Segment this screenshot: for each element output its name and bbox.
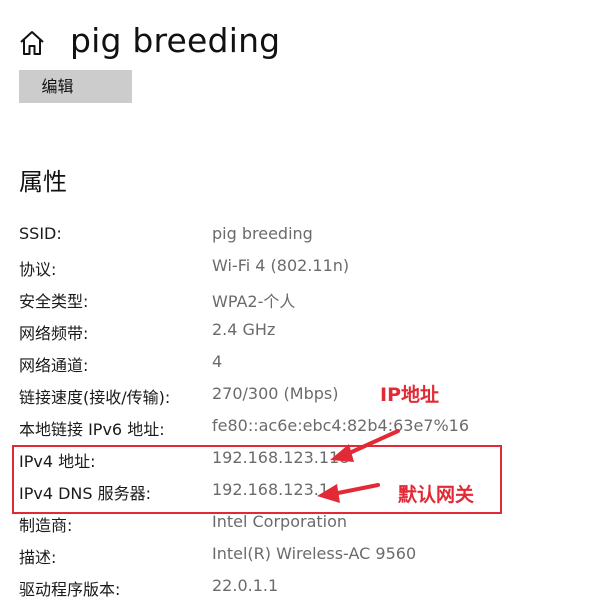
property-key: 网络频带: — [19, 324, 89, 343]
property-key: 网络通道: — [19, 356, 89, 375]
property-key: 链接速度(接收/传输): — [19, 388, 171, 407]
property-value: WPA2-个人 — [212, 292, 296, 311]
annotation-gateway-label: 默认网关 — [398, 484, 475, 506]
property-value: 192.168.123.118 — [212, 448, 350, 467]
property-value: 192.168.123.1 — [212, 480, 330, 499]
property-value: 2.4 GHz — [212, 320, 276, 339]
property-value: pig breeding — [212, 224, 313, 243]
property-row-ipv4: IPv4 地址: 192.168.123.118 — [19, 444, 579, 476]
property-row: 链接速度(接收/传输): 270/300 (Mbps) — [19, 380, 579, 412]
property-row-dns: IPv4 DNS 服务器: 192.168.123.1 — [19, 476, 579, 508]
property-row: 安全类型: WPA2-个人 — [19, 284, 579, 316]
property-value: Intel(R) Wireless-AC 9560 — [212, 544, 417, 563]
property-key: 协议: — [19, 260, 57, 279]
property-key: 描述: — [19, 548, 57, 567]
property-row: 网络通道: 4 — [19, 348, 579, 380]
property-row: 网络频带: 2.4 GHz — [19, 316, 579, 348]
property-value: 270/300 (Mbps) — [212, 384, 339, 403]
property-key: SSID: — [19, 224, 62, 243]
section-title: 属性 — [19, 168, 67, 196]
property-key: 制造商: — [19, 516, 73, 535]
property-row: 协议: Wi-Fi 4 (802.11n) — [19, 252, 579, 284]
property-key: 本地链接 IPv6 地址: — [19, 420, 165, 439]
property-row: 描述: Intel(R) Wireless-AC 9560 — [19, 540, 579, 572]
property-key: 安全类型: — [19, 292, 89, 311]
property-key: IPv4 DNS 服务器: — [19, 484, 152, 503]
property-value: 22.0.1.1 — [212, 576, 279, 595]
annotation-ip-label: IP地址 — [380, 384, 439, 406]
property-value: Wi-Fi 4 (802.11n) — [212, 256, 350, 275]
property-row: 本地链接 IPv6 地址: fe80::ac6e:ebc4:82b4:63e7%… — [19, 412, 579, 444]
property-value: Intel Corporation — [212, 512, 348, 531]
property-key: 驱动程序版本: — [19, 580, 121, 599]
edit-button-label: 编辑 — [41, 77, 74, 96]
property-value: fe80::ac6e:ebc4:82b4:63e7%16 — [212, 416, 470, 435]
property-value: 4 — [212, 352, 223, 371]
properties-list: SSID: pig breeding 协议: Wi-Fi 4 (802.11n)… — [19, 220, 579, 604]
property-row: 驱动程序版本: 22.0.1.1 — [19, 572, 579, 604]
page-title: pig breeding — [70, 21, 281, 60]
property-row: 制造商: Intel Corporation — [19, 508, 579, 540]
home-icon[interactable] — [18, 29, 46, 57]
property-key: IPv4 地址: — [19, 452, 96, 471]
property-row: SSID: pig breeding — [19, 220, 579, 252]
edit-button[interactable]: 编辑 — [19, 70, 132, 103]
